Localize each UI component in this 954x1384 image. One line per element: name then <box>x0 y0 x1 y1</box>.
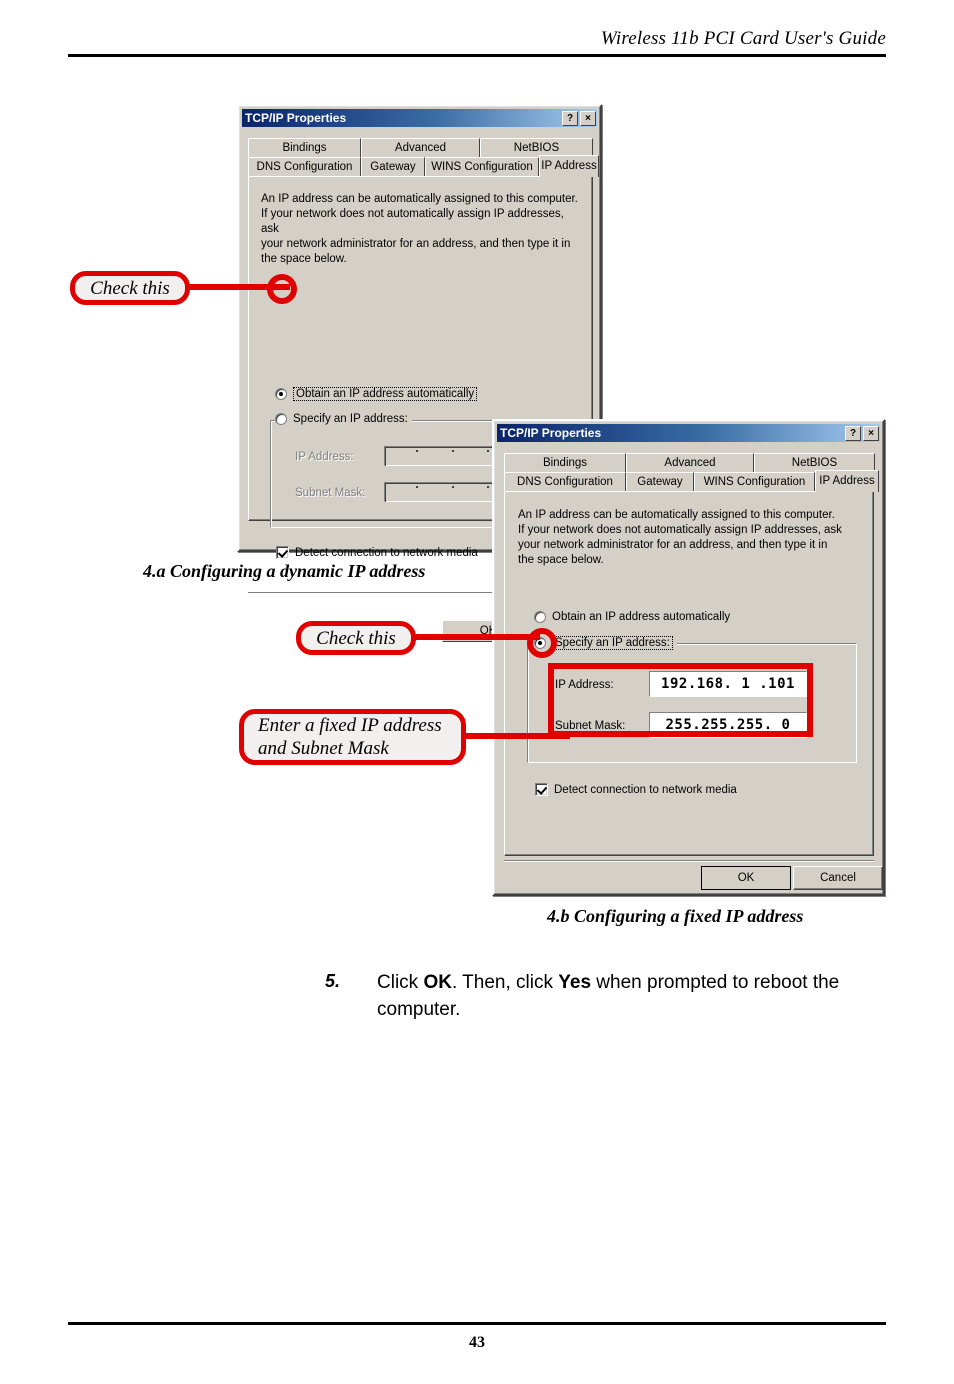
header-divider <box>68 54 886 57</box>
tab-ip-address[interactable]: IP Address <box>539 155 599 177</box>
callout-check-this-a: Check this <box>70 271 190 305</box>
radio-button-icon[interactable] <box>275 388 287 400</box>
step-text: Click OK. Then, click Yes when prompted … <box>377 969 847 1023</box>
radio-label: Obtain an IP address automatically <box>293 387 478 401</box>
tab-gateway[interactable]: Gateway <box>626 472 694 492</box>
mask-octet-2[interactable] <box>420 483 450 501</box>
tab-row-lower-b[interactable]: DNS Configuration Gateway WINS Configura… <box>504 470 879 492</box>
highlight-ring-radio-b <box>527 628 557 658</box>
highlight-ring-radio-a <box>267 274 297 304</box>
tab-wins-configuration[interactable]: WINS Configuration <box>694 472 815 492</box>
cancel-button-b[interactable]: Cancel <box>793 866 883 890</box>
checkbox-icon[interactable] <box>535 783 548 796</box>
figure-caption-a: 4.a Configuring a dynamic IP address <box>143 561 426 581</box>
detect-connection-checkbox-b[interactable]: Detect connection to network media <box>535 783 737 796</box>
radio-obtain-automatically-a[interactable]: Obtain an IP address automatically <box>275 387 478 401</box>
step-number: 5. <box>325 971 341 991</box>
footer-divider <box>68 1322 886 1325</box>
tab-row-lower-a[interactable]: DNS Configuration Gateway WINS Configura… <box>248 155 599 177</box>
checkbox-icon[interactable] <box>276 546 289 559</box>
step-bold-yes: Yes <box>558 972 592 993</box>
checkbox-label: Detect connection to network media <box>554 783 737 796</box>
step-text-part1: Click <box>377 972 424 993</box>
ip-description-b: An IP address can be automatically assig… <box>518 509 842 566</box>
tab-ip-address[interactable]: IP Address <box>815 470 879 492</box>
help-icon[interactable]: ? <box>845 425 861 441</box>
ok-button-label: OK <box>737 872 755 884</box>
dialog-title: TCP/IP Properties <box>500 426 602 440</box>
tab-advanced[interactable]: Advanced <box>626 453 754 473</box>
callout-enter-fixed-ip: Enter a fixed IP address and Subnet Mask <box>239 709 466 765</box>
tab-gateway[interactable]: Gateway <box>361 157 425 177</box>
radio-button-icon[interactable] <box>275 413 287 425</box>
tab-bindings[interactable]: Bindings <box>504 453 626 473</box>
tab-dns-configuration[interactable]: DNS Configuration <box>504 472 626 492</box>
radio-button-icon[interactable] <box>534 611 546 623</box>
ok-button-b[interactable]: OK <box>701 866 791 890</box>
radio-specify-ip-a[interactable]: Specify an IP address: <box>275 413 412 425</box>
dialog-title: TCP/IP Properties <box>245 111 347 125</box>
tab-dns-configuration[interactable]: DNS Configuration <box>248 157 361 177</box>
close-icon[interactable]: × <box>580 110 596 126</box>
callout-check-this-b: Check this <box>296 621 416 655</box>
figure-caption-b: 4.b Configuring a fixed IP address <box>547 906 804 926</box>
ip-octet-2[interactable] <box>420 447 450 465</box>
detect-connection-checkbox-a[interactable]: Detect connection to network media <box>276 546 478 559</box>
step-text-part2: . Then, click <box>451 972 559 993</box>
close-icon[interactable]: × <box>863 425 879 441</box>
subnet-mask-label-a: Subnet Mask: <box>295 487 366 499</box>
button-bar-divider-b <box>504 860 874 862</box>
titlebar-a[interactable]: TCP/IP Properties ? × <box>242 109 597 127</box>
radio-obtain-automatically-b[interactable]: Obtain an IP address automatically <box>534 611 730 623</box>
highlight-rect-ip-fields <box>548 663 813 737</box>
ip-description-a: An IP address can be automatically assig… <box>261 193 578 265</box>
ip-address-label-a: IP Address: <box>295 451 354 463</box>
tcpip-properties-dialog-b[interactable]: TCP/IP Properties ? × Bindings Advanced … <box>492 419 885 896</box>
leader-line-b-check <box>405 634 540 640</box>
step-bold-ok: OK <box>423 972 452 993</box>
cancel-button-label: Cancel <box>820 872 856 884</box>
radio-label: Specify an IP address: <box>293 413 408 425</box>
tab-bindings[interactable]: Bindings <box>248 138 361 158</box>
running-header: Wireless 11b PCI Card User's Guide <box>600 28 886 49</box>
ip-octet-1[interactable] <box>385 447 415 465</box>
mask-octet-3[interactable] <box>456 483 486 501</box>
radio-label: Obtain an IP address automatically <box>552 611 731 623</box>
radio-label: Specify an IP address: <box>552 636 673 650</box>
checkbox-label: Detect connection to network media <box>295 546 478 559</box>
ip-octet-3[interactable] <box>456 447 486 465</box>
mask-octet-1[interactable] <box>385 483 415 501</box>
tab-wins-configuration[interactable]: WINS Configuration <box>425 157 539 177</box>
help-icon[interactable]: ? <box>562 110 578 126</box>
tab-advanced[interactable]: Advanced <box>361 138 480 158</box>
page-number: 43 <box>469 1334 485 1351</box>
titlebar-b[interactable]: TCP/IP Properties ? × <box>497 424 880 442</box>
